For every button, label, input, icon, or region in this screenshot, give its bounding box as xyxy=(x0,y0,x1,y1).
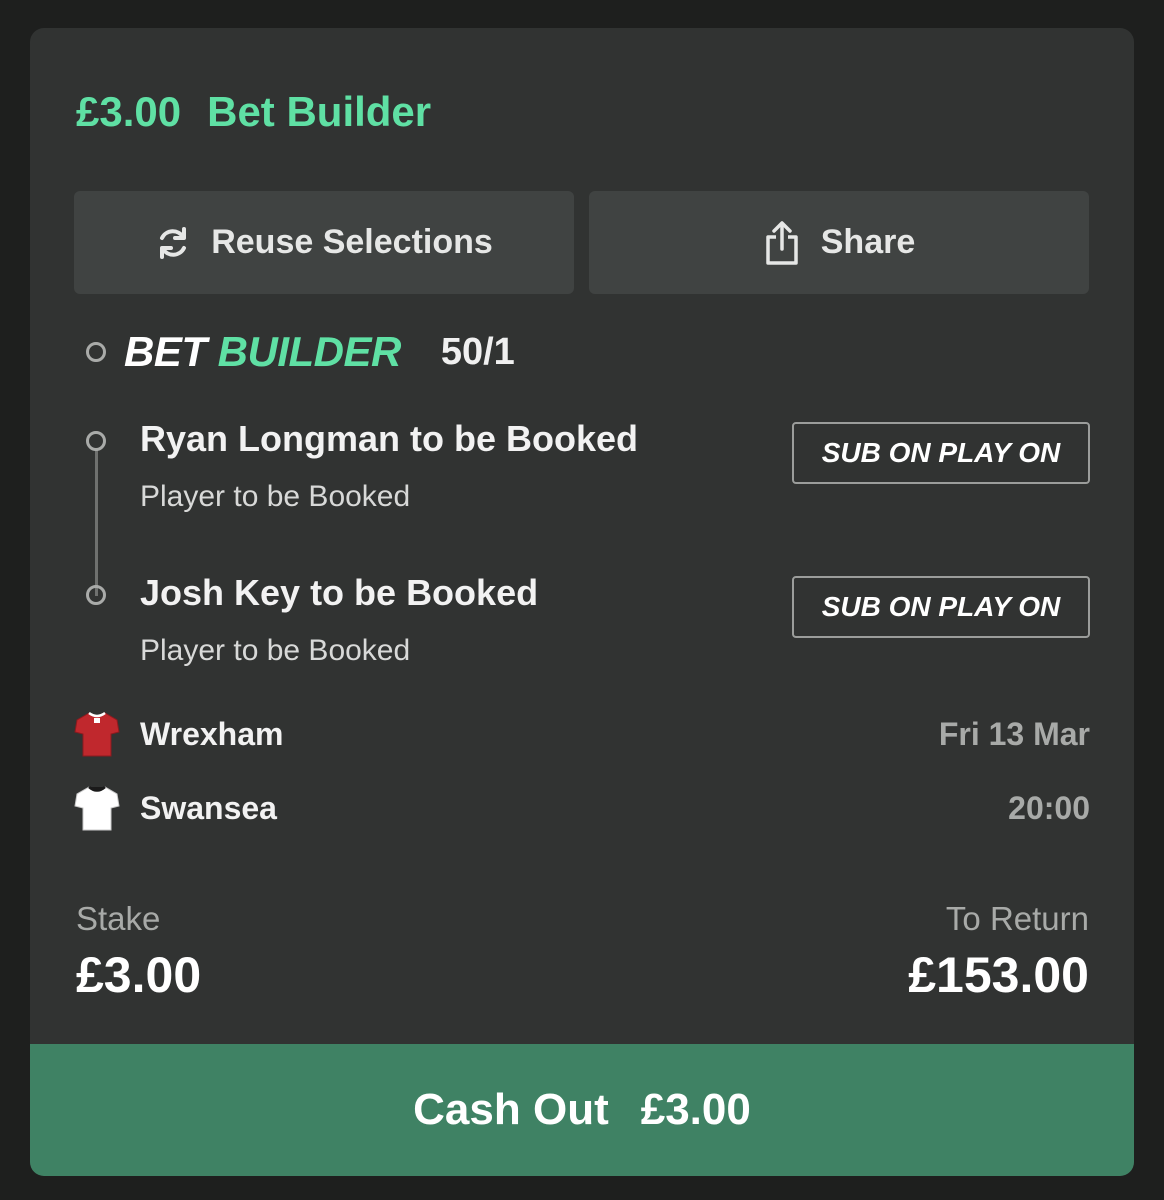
selection-leg: Ryan Longman to be Booked Player to be B… xyxy=(140,418,638,514)
match-date: Fri 13 Mar xyxy=(938,715,1090,752)
cash-out-amount: £3.00 xyxy=(640,1085,751,1134)
selection-leg: Josh Key to be Booked Player to be Booke… xyxy=(140,572,538,668)
selection-title: Ryan Longman to be Booked xyxy=(140,418,639,459)
refresh-icon xyxy=(155,225,191,261)
reuse-selections-button[interactable]: Reuse Selections xyxy=(74,191,574,294)
cash-out-button[interactable]: Cash Out £3.00 xyxy=(30,1044,1134,1176)
away-team-name: Swansea xyxy=(140,789,277,826)
return-label: To Return xyxy=(945,900,1089,937)
header-stake: £3.00 xyxy=(76,88,182,135)
share-button[interactable]: Share xyxy=(589,191,1089,294)
bet-card: £3.00 Bet Builder Reuse Selections Share … xyxy=(30,28,1134,1176)
header-bet-type: Bet Builder xyxy=(207,88,432,135)
timeline-dot-icon xyxy=(86,585,106,605)
bet-builder-logo-part2: BUILDER xyxy=(217,328,402,375)
home-team-row: Wrexham Fri 13 Mar xyxy=(74,710,1090,758)
cash-out-label: Cash Out xyxy=(413,1085,609,1134)
bet-builder-row: BET BUILDER 50/1 xyxy=(86,328,515,376)
timeline-dot-icon xyxy=(86,342,106,362)
stake-value: £3.00 xyxy=(76,947,202,1003)
home-kit-icon xyxy=(74,710,120,758)
timeline-line xyxy=(95,448,98,596)
reuse-selections-label: Reuse Selections xyxy=(211,223,493,261)
share-label: Share xyxy=(820,223,916,261)
bet-odds: 50/1 xyxy=(440,330,515,373)
share-icon xyxy=(763,220,801,266)
bet-builder-logo: BET BUILDER xyxy=(124,328,401,376)
home-team-name: Wrexham xyxy=(140,715,284,752)
sub-on-play-on-badge: SUB ON PLAY ON xyxy=(792,576,1090,638)
selection-market: Player to be Booked xyxy=(140,634,411,667)
match-time: 20:00 xyxy=(1008,789,1090,826)
stake-summary: Stake £3.00 xyxy=(76,900,201,1004)
return-value: £153.00 xyxy=(908,947,1089,1003)
sub-on-play-on-badge: SUB ON PLAY ON xyxy=(792,422,1090,484)
return-summary: To Return £153.00 xyxy=(908,900,1089,1004)
away-kit-icon xyxy=(74,784,120,832)
selection-market: Player to be Booked xyxy=(140,480,411,513)
timeline-dot-icon xyxy=(86,431,106,451)
bet-header: £3.00 Bet Builder xyxy=(76,88,431,136)
bet-builder-logo-part1: BET xyxy=(124,328,207,375)
selection-title: Josh Key to be Booked xyxy=(140,572,539,613)
away-team-row: Swansea 20:00 xyxy=(74,784,1090,832)
stake-label: Stake xyxy=(76,900,161,937)
